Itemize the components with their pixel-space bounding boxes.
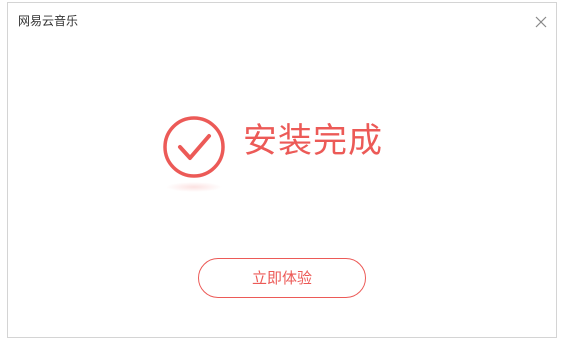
success-panel: 安装完成 [8,108,556,198]
check-circle-icon [160,113,228,197]
installer-window: 网易云音乐 安装完成 立即体验 [7,2,557,338]
close-icon[interactable] [534,15,548,29]
title-bar: 网易云音乐 [8,3,556,39]
start-now-button[interactable]: 立即体验 [198,258,366,298]
install-complete-text: 安装完成 [243,121,383,161]
window-title: 网易云音乐 [18,14,79,28]
